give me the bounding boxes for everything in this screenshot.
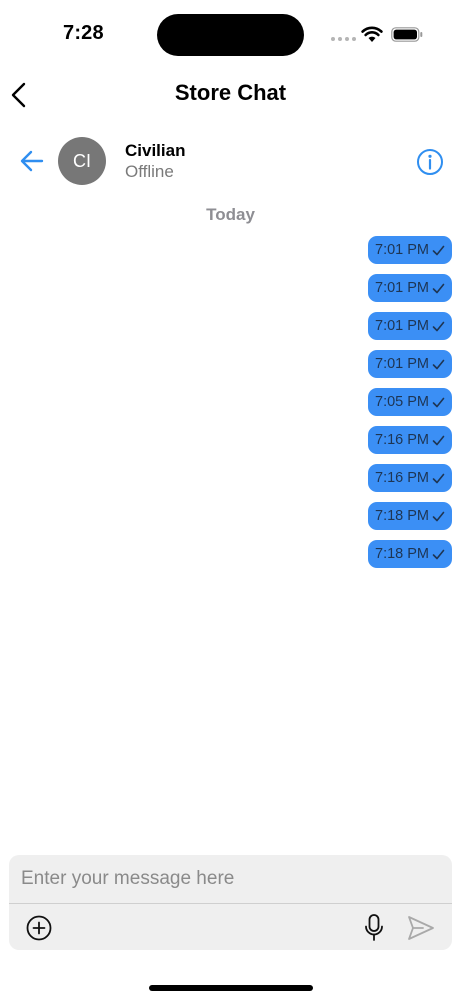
- read-check-icon: [432, 511, 445, 521]
- message-time: 7:16 PM: [375, 470, 429, 486]
- message-time: 7:01 PM: [375, 280, 429, 296]
- microphone-icon[interactable]: [363, 913, 385, 943]
- read-check-icon: [432, 245, 445, 255]
- send-icon[interactable]: [406, 913, 436, 943]
- message-bubble[interactable]: 7:18 PM: [368, 502, 452, 530]
- status-time: 7:28: [63, 22, 104, 44]
- message-bubble[interactable]: 7:18 PM: [368, 540, 452, 568]
- message-time: 7:05 PM: [375, 394, 429, 410]
- message-time: 7:01 PM: [375, 318, 429, 334]
- message-time: 7:18 PM: [375, 508, 429, 524]
- home-indicator: [149, 985, 313, 991]
- message-composer: [9, 855, 452, 950]
- dynamic-island: [157, 14, 304, 56]
- message-bubble[interactable]: 7:01 PM: [368, 236, 452, 264]
- contact-name: Civilian: [125, 141, 186, 160]
- read-check-icon: [432, 473, 445, 483]
- info-icon[interactable]: [416, 148, 444, 176]
- avatar: CI: [58, 137, 106, 185]
- signal-dots-icon: [331, 37, 356, 41]
- message-time: 7:16 PM: [375, 432, 429, 448]
- battery-icon: [391, 27, 423, 42]
- message-bubble[interactable]: 7:05 PM: [368, 388, 452, 416]
- message-bubble[interactable]: 7:01 PM: [368, 274, 452, 302]
- message-bubble[interactable]: 7:01 PM: [368, 312, 452, 340]
- message-time: 7:18 PM: [375, 546, 429, 562]
- message-bubble[interactable]: 7:16 PM: [368, 464, 452, 492]
- avatar-initials: CI: [73, 150, 91, 171]
- message-time: 7:01 PM: [375, 356, 429, 372]
- message-bubble[interactable]: 7:01 PM: [368, 350, 452, 378]
- wifi-icon: [361, 26, 383, 42]
- arrow-left-icon[interactable]: [18, 146, 46, 176]
- plus-circle-icon[interactable]: [25, 914, 53, 942]
- read-check-icon: [432, 359, 445, 369]
- page-title: Store Chat: [174, 80, 287, 105]
- read-check-icon: [432, 321, 445, 331]
- message-bubble[interactable]: 7:16 PM: [368, 426, 452, 454]
- read-check-icon: [432, 397, 445, 407]
- composer-divider: [9, 903, 452, 904]
- read-check-icon: [432, 549, 445, 559]
- message-time: 7:01 PM: [375, 242, 429, 258]
- date-separator: Today: [206, 205, 255, 224]
- status-bar: 7:28: [0, 0, 461, 60]
- message-list: 7:01 PM 7:01 PM 7:01 PM 7:01 PM 7:05 PM …: [252, 236, 452, 578]
- message-input[interactable]: [9, 855, 452, 903]
- contact-status: Offline: [125, 162, 174, 181]
- read-check-icon: [432, 283, 445, 293]
- read-check-icon: [432, 435, 445, 445]
